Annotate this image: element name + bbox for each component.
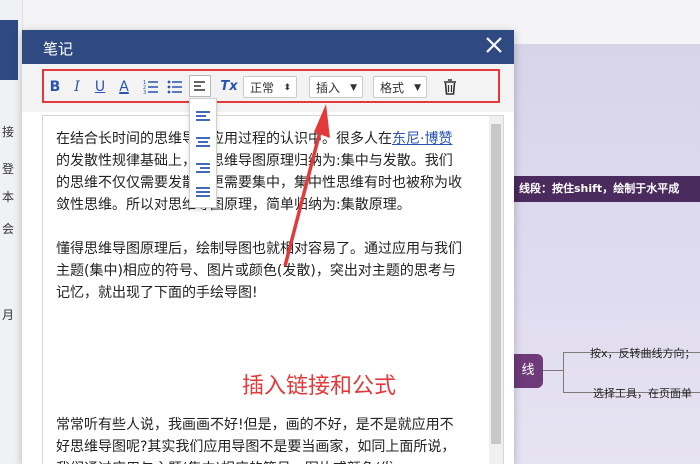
close-icon[interactable] xyxy=(484,34,504,56)
chevron-down-icon: ▼ xyxy=(350,83,357,93)
editor-toolbar: B I U A 1 2 3 Tx 正常 ⬍ 插入 ▼ 格式 ▼ xyxy=(42,69,500,103)
dialog-title: 笔记 xyxy=(43,40,74,58)
paragraph: 在结合长时间的思维导图应用过程的认识中。很多人在东尼·博赞的发散性规律基础上，把… xyxy=(56,128,466,216)
editor-toolbar-area: B I U A 1 2 3 Tx 正常 ⬍ 插入 ▼ 格式 ▼ xyxy=(22,64,514,112)
annotation-label: 插入链接和公式 xyxy=(242,374,397,399)
heading-select[interactable]: 正常 ⬍ xyxy=(243,76,297,98)
italic-button[interactable]: I xyxy=(71,78,83,96)
sidebar-label[interactable]: 会 xyxy=(2,220,14,237)
mindmap-node[interactable]: 线 xyxy=(513,354,543,388)
format-select-value: 格式 xyxy=(380,81,405,95)
format-select[interactable]: 格式 ▼ xyxy=(373,76,427,98)
mindmap-canvas[interactable] xyxy=(513,44,700,464)
align-center-option-icon[interactable] xyxy=(195,135,211,149)
svg-text:3: 3 xyxy=(143,90,146,96)
note-content[interactable]: 在结合长时间的思维导图应用过程的认识中。很多人在东尼·博赞的发散性规律基础上，把… xyxy=(56,128,466,464)
bold-button[interactable]: B xyxy=(49,78,61,96)
editor-scrollbar[interactable] xyxy=(489,116,503,464)
chevron-down-icon: ▼ xyxy=(414,83,421,93)
sidebar-label[interactable]: 本 xyxy=(2,188,14,205)
font-color-button[interactable]: A xyxy=(117,78,131,96)
mindmap-branch-text[interactable]: 按x，反转曲线方向； xyxy=(590,345,696,361)
align-left-icon xyxy=(194,81,205,91)
dialog-titlebar: 笔记 xyxy=(22,30,514,64)
ordered-list-icon[interactable]: 1 2 3 xyxy=(143,78,159,96)
sidebar-label[interactable]: 登 xyxy=(2,160,14,177)
paragraph-text: 在结合长时间的思维导图应用过程的认识中。很多人在 xyxy=(56,131,392,147)
sidebar-label[interactable]: 接 xyxy=(2,123,14,140)
align-dropdown xyxy=(189,98,217,208)
updown-icon: ⬍ xyxy=(283,83,291,93)
scrollbar-thumb[interactable] xyxy=(491,124,501,444)
align-button[interactable] xyxy=(189,75,211,97)
heading-select-value: 正常 xyxy=(250,81,275,95)
note-editor[interactable]: 在结合长时间的思维导图应用过程的认识中。很多人在东尼·博赞的发散性规律基础上，把… xyxy=(42,115,504,464)
paragraph-text: 的发散性规律基础上，把思维导图原理归纳为:集中与发散。我们的思维不仅仅需要发散，… xyxy=(56,153,462,213)
paragraph: 懂得思维导图原理后，绘制导图也就相对容易了。通过应用与我们主题(集中)相应的符号… xyxy=(56,241,462,301)
mindmap-branch-text[interactable]: 选择工具，在页面单 xyxy=(593,385,692,401)
left-sidebar: 接 登 本 会 月 xyxy=(0,0,23,464)
clear-format-button[interactable]: Tx xyxy=(220,78,238,96)
notes-dialog: 笔记 B I U A 1 2 3 Tx 正常 ⬍ 插入 ▼ 格式 ▼ 在结合长时… xyxy=(22,30,514,464)
sidebar-label[interactable]: 月 xyxy=(2,306,14,323)
trash-icon[interactable] xyxy=(442,78,458,96)
mindmap-connector xyxy=(563,352,564,392)
sidebar-tab[interactable] xyxy=(0,20,18,80)
insert-select-value: 插入 xyxy=(316,81,341,95)
align-left-option-icon[interactable] xyxy=(195,109,211,123)
align-justify-option-icon[interactable] xyxy=(195,185,211,199)
author-link[interactable]: 东尼·博赞 xyxy=(392,131,452,147)
align-right-option-icon[interactable] xyxy=(195,161,211,175)
mindmap-connector xyxy=(543,370,563,371)
tip-banner: 线段：按住shift，绘制于水平成 xyxy=(513,176,700,202)
unordered-list-icon[interactable] xyxy=(167,78,183,96)
underline-button[interactable]: U xyxy=(93,78,107,96)
insert-select[interactable]: 插入 ▼ xyxy=(309,76,363,98)
paragraph: 常常听有些人说，我画画不好!但是，画的不好，是不是就应用不好思维导图呢?其实我们… xyxy=(56,417,456,464)
